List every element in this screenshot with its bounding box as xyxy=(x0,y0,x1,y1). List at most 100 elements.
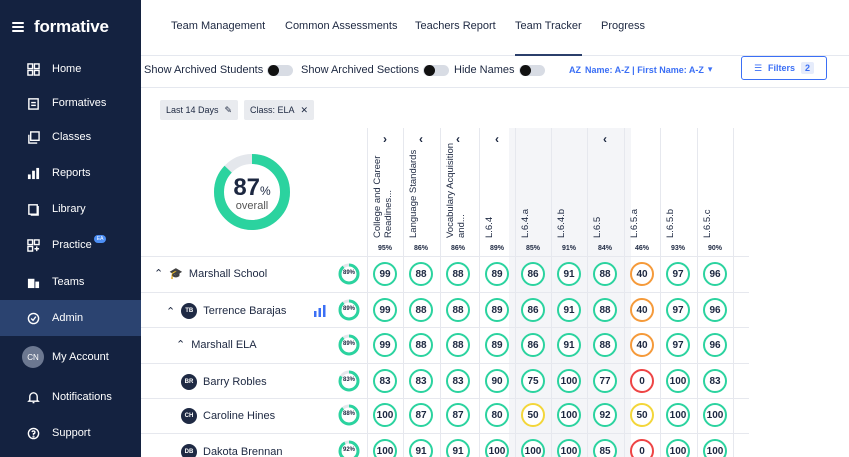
score-cell[interactable]: 96 xyxy=(703,298,727,322)
score-cell[interactable]: 86 xyxy=(521,298,545,322)
score-cell[interactable]: 87 xyxy=(446,403,470,427)
tab-progress[interactable]: Progress xyxy=(601,20,645,56)
archived-students-toggle[interactable] xyxy=(267,64,294,76)
score-cell[interactable]: 92 xyxy=(593,403,617,427)
column-header-label: L.6.4.b xyxy=(556,208,567,238)
class-filter-chip[interactable]: Class: ELA ✕ xyxy=(244,100,315,120)
score-cell[interactable]: 97 xyxy=(666,298,690,322)
sidebar-item-support[interactable]: Support xyxy=(0,416,141,450)
score-cell[interactable]: 88 xyxy=(409,262,433,286)
sidebar-item-reports[interactable]: Reports xyxy=(0,156,141,190)
row-label-student[interactable]: BR Barry Robles xyxy=(181,374,267,390)
score-cell[interactable]: 91 xyxy=(557,333,581,357)
score-cell[interactable]: 88 xyxy=(409,298,433,322)
score-cell[interactable]: 40 xyxy=(630,262,654,286)
score-cell[interactable]: 87 xyxy=(409,403,433,427)
score-cell[interactable]: 99 xyxy=(373,333,397,357)
score-cell[interactable]: 99 xyxy=(373,298,397,322)
score-cell[interactable]: 100 xyxy=(703,403,727,427)
score-cell[interactable]: 91 xyxy=(446,439,470,457)
score-cell[interactable]: 77 xyxy=(593,369,617,393)
collapse-chevron-icon[interactable]: ⌃ xyxy=(154,267,163,280)
score-cell[interactable]: 100 xyxy=(557,369,581,393)
score-cell[interactable]: 100 xyxy=(666,403,690,427)
tab-team-tracker[interactable]: Team Tracker xyxy=(515,20,582,56)
collapse-chevron-icon[interactable]: ⌃ xyxy=(176,338,185,351)
score-cell[interactable]: 86 xyxy=(521,333,545,357)
score-cell[interactable]: 88 xyxy=(446,333,470,357)
book-icon xyxy=(26,202,40,216)
row-average-value: 89% xyxy=(342,306,355,312)
tab-common-assessments[interactable]: Common Assessments xyxy=(285,20,397,56)
row-label-school[interactable]: ⌃ 🎓 Marshall School xyxy=(154,267,267,281)
score-cell[interactable]: 88 xyxy=(446,262,470,286)
score-cell[interactable]: 83 xyxy=(409,369,433,393)
score-cell[interactable]: 83 xyxy=(446,369,470,393)
score-cell[interactable]: 99 xyxy=(373,262,397,286)
score-cell[interactable]: 96 xyxy=(703,262,727,286)
score-cell[interactable]: 89 xyxy=(485,262,509,286)
score-cell[interactable]: 88 xyxy=(593,333,617,357)
score-cell[interactable]: 91 xyxy=(557,298,581,322)
sidebar-item-classes[interactable]: Classes xyxy=(0,120,141,154)
score-cell[interactable]: 80 xyxy=(485,403,509,427)
sidebar-item-practice[interactable]: Practice EA xyxy=(0,228,141,262)
score-cell[interactable]: 83 xyxy=(373,369,397,393)
score-cell[interactable]: 50 xyxy=(630,403,654,427)
score-cell[interactable]: 83 xyxy=(703,369,727,393)
hamburger-menu-icon[interactable] xyxy=(12,22,24,32)
score-cell[interactable]: 88 xyxy=(409,333,433,357)
close-icon[interactable]: ✕ xyxy=(301,105,309,116)
score-cell[interactable]: 97 xyxy=(666,333,690,357)
date-range-chip[interactable]: Last 14 Days ✎ xyxy=(160,100,239,120)
sidebar-item-notifications[interactable]: Notifications xyxy=(0,380,141,414)
score-cell[interactable]: 100 xyxy=(666,369,690,393)
score-cell[interactable]: 96 xyxy=(703,333,727,357)
score-cell[interactable]: 86 xyxy=(521,262,545,286)
archived-sections-toggle[interactable] xyxy=(423,64,450,76)
sort-dropdown[interactable]: AZ Name: A-Z | First Name: A-Z ▾ xyxy=(569,64,712,75)
row-label-teacher[interactable]: ⌃ TB Terrence Barajas xyxy=(166,303,286,319)
score-cell[interactable]: 0 xyxy=(630,439,654,457)
score-cell[interactable]: 88 xyxy=(593,298,617,322)
score-cell[interactable]: 91 xyxy=(409,439,433,457)
score-cell[interactable]: 89 xyxy=(485,333,509,357)
score-cell[interactable]: 88 xyxy=(446,298,470,322)
score-cell[interactable]: 100 xyxy=(373,403,397,427)
score-cell[interactable]: 89 xyxy=(485,298,509,322)
score-cell[interactable]: 40 xyxy=(630,333,654,357)
filters-button[interactable]: ☰ Filters 2 xyxy=(741,56,827,80)
sidebar-item-my-account[interactable]: CN My Account xyxy=(0,340,141,374)
score-cell[interactable]: 100 xyxy=(703,439,727,457)
sidebar-item-library[interactable]: Library xyxy=(0,192,141,226)
score-cell[interactable]: 85 xyxy=(593,439,617,457)
score-cell[interactable]: 100 xyxy=(373,439,397,457)
score-cell[interactable]: 100 xyxy=(521,439,545,457)
sidebar-item-formatives[interactable]: Formatives xyxy=(0,86,141,120)
score-cell[interactable]: 100 xyxy=(557,439,581,457)
tab-teachers-report[interactable]: Teachers Report xyxy=(415,20,496,56)
school-icon: 🎓 xyxy=(169,268,183,280)
row-label-student[interactable]: CH Caroline Hines xyxy=(181,408,275,424)
row-label-class[interactable]: ⌃ Marshall ELA xyxy=(176,338,257,352)
row-label-student[interactable]: DB Dakota Brennan xyxy=(181,444,283,457)
score-cell[interactable]: 75 xyxy=(521,369,545,393)
sidebar-item-teams[interactable]: Teams xyxy=(0,265,141,299)
sidebar-item-home[interactable]: Home xyxy=(0,52,141,86)
score-cell[interactable]: 88 xyxy=(593,262,617,286)
hide-names-toggle[interactable] xyxy=(518,64,545,76)
score-cell[interactable]: 50 xyxy=(521,403,545,427)
score-cell[interactable]: 97 xyxy=(666,262,690,286)
pencil-icon[interactable]: ✎ xyxy=(225,105,233,116)
sidebar-item-admin[interactable]: Admin xyxy=(0,300,141,336)
score-cell[interactable]: 100 xyxy=(666,439,690,457)
score-cell[interactable]: 90 xyxy=(485,369,509,393)
collapse-chevron-icon[interactable]: ⌃ xyxy=(166,305,175,318)
bar-chart-icon[interactable] xyxy=(314,304,326,322)
tab-team-management[interactable]: Team Management xyxy=(171,20,265,56)
score-cell[interactable]: 0 xyxy=(630,369,654,393)
score-cell[interactable]: 91 xyxy=(557,262,581,286)
score-cell[interactable]: 100 xyxy=(485,439,509,457)
score-cell[interactable]: 40 xyxy=(630,298,654,322)
score-cell[interactable]: 100 xyxy=(557,403,581,427)
